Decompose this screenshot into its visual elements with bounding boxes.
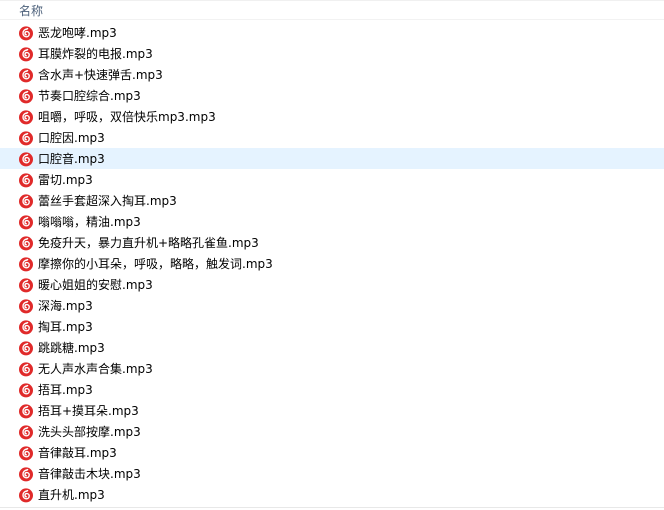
file-name: 含水声+快速弹舌.mp3 [38,67,163,82]
bottom-divider [0,507,664,508]
file-name: 跳跳糖.mp3 [38,340,105,355]
netease-music-icon [18,46,34,62]
netease-music-icon [18,130,34,146]
file-list: 恶龙咆哮.mp3 耳膜炸裂的电报.mp3 含水声+快速弹舌.mp3 节奏口腔综合… [0,22,664,505]
netease-music-icon [18,445,34,461]
file-row[interactable]: 节奏口腔综合.mp3 [0,85,664,106]
netease-music-icon [18,403,34,419]
file-row[interactable]: 免疫升天，暴力直升机+略略孔雀鱼.mp3 [0,232,664,253]
netease-music-icon [18,319,34,335]
file-name: 捂耳+摸耳朵.mp3 [38,403,139,418]
file-name: 掏耳.mp3 [38,319,93,334]
netease-music-icon [18,25,34,41]
file-name: 节奏口腔综合.mp3 [38,88,141,103]
netease-music-icon [18,193,34,209]
netease-music-icon [18,109,34,125]
file-row[interactable]: 音律敲击木块.mp3 [0,463,664,484]
file-name: 口腔音.mp3 [38,151,105,166]
file-row[interactable]: 口腔因.mp3 [0,127,664,148]
file-name: 耳膜炸裂的电报.mp3 [38,46,153,61]
file-row[interactable]: 直升机.mp3 [0,484,664,505]
file-name: 音律敲耳.mp3 [38,445,117,460]
file-name: 摩擦你的小耳朵，呼吸，略略，触发词.mp3 [38,256,273,271]
file-row[interactable]: 音律敲耳.mp3 [0,442,664,463]
file-name: 蕾丝手套超深入掏耳.mp3 [38,193,177,208]
file-row[interactable]: 雷切.mp3 [0,169,664,190]
file-row[interactable]: 洗头头部按摩.mp3 [0,421,664,442]
column-header: 名称 [0,0,664,20]
netease-music-icon [18,487,34,503]
netease-music-icon [18,172,34,188]
file-row[interactable]: 暖心姐姐的安慰.mp3 [0,274,664,295]
file-name: 无人声水声合集.mp3 [38,361,153,376]
netease-music-icon [18,298,34,314]
file-row[interactable]: 蕾丝手套超深入掏耳.mp3 [0,190,664,211]
file-row[interactable]: 捂耳+摸耳朵.mp3 [0,400,664,421]
file-row[interactable]: 无人声水声合集.mp3 [0,358,664,379]
file-row[interactable]: 咀嚼，呼吸，双倍快乐mp3.mp3 [0,106,664,127]
netease-music-icon [18,88,34,104]
file-name: 口腔因.mp3 [38,130,105,145]
file-name: 音律敲击木块.mp3 [38,466,141,481]
header-divider [0,19,664,20]
netease-music-icon [18,235,34,251]
netease-music-icon [18,424,34,440]
netease-music-icon [18,67,34,83]
netease-music-icon [18,214,34,230]
netease-music-icon [18,256,34,272]
netease-music-icon [18,361,34,377]
file-name: 雷切.mp3 [38,172,93,187]
file-name: 嗡嗡嗡，精油.mp3 [38,214,141,229]
file-name: 咀嚼，呼吸，双倍快乐mp3.mp3 [38,109,216,124]
file-name: 深海.mp3 [38,298,93,313]
file-row[interactable]: 深海.mp3 [0,295,664,316]
netease-music-icon [18,340,34,356]
file-explorer-window: 名称 恶龙咆哮.mp3 耳膜炸裂的电报.mp3 含水声+快速弹舌.mp3 节奏口… [0,0,664,510]
file-row[interactable]: 耳膜炸裂的电报.mp3 [0,43,664,64]
file-row[interactable]: 恶龙咆哮.mp3 [0,22,664,43]
file-name: 直升机.mp3 [38,487,105,502]
netease-music-icon [18,466,34,482]
file-name: 恶龙咆哮.mp3 [38,25,117,40]
netease-music-icon [18,277,34,293]
file-row[interactable]: 跳跳糖.mp3 [0,337,664,358]
file-name: 捂耳.mp3 [38,382,93,397]
file-row[interactable]: 摩擦你的小耳朵，呼吸，略略，触发词.mp3 [0,253,664,274]
file-row[interactable]: 掏耳.mp3 [0,316,664,337]
file-name: 洗头头部按摩.mp3 [38,424,141,439]
file-name: 免疫升天，暴力直升机+略略孔雀鱼.mp3 [38,235,259,250]
file-name: 暖心姐姐的安慰.mp3 [38,277,153,292]
file-row[interactable]: 含水声+快速弹舌.mp3 [0,64,664,85]
netease-music-icon [18,151,34,167]
netease-music-icon [18,382,34,398]
file-row[interactable]: 口腔音.mp3 [0,148,664,169]
file-row[interactable]: 嗡嗡嗡，精油.mp3 [0,211,664,232]
file-row[interactable]: 捂耳.mp3 [0,379,664,400]
